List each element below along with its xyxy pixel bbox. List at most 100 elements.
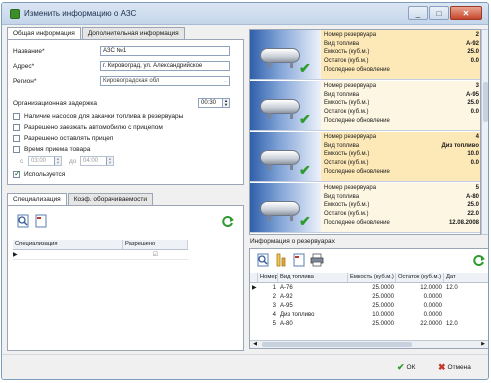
- tank-card[interactable]: ✔ Номер резервуара 5 Вид топлива А-80 Емко…: [250, 183, 480, 233]
- dropdown-dots-icon[interactable]: ...: [222, 77, 229, 85]
- checkbox-trailer-entry[interactable]: Разрешено заезжать автомобилю с прицепом: [13, 124, 163, 131]
- tank-number-label: Номер резервуара: [324, 32, 377, 38]
- cell-fuel: А-95: [280, 303, 293, 309]
- tab-specialization[interactable]: Специализация: [7, 193, 67, 205]
- checkbox-leave-trailer-box[interactable]: [13, 135, 20, 142]
- tank-capacity: 25.0: [467, 49, 479, 56]
- spec-col-specialization[interactable]: Специализация: [13, 240, 123, 249]
- col-number[interactable]: Номер: [258, 273, 278, 282]
- checkbox-leave-trailer[interactable]: Разрешено оставлять прицеп: [13, 135, 113, 142]
- table-row[interactable]: 4 Диз топливо 10.0000 0.0000: [250, 311, 488, 320]
- checkbox-pumps-box[interactable]: [13, 113, 20, 120]
- reservoir-info-title: Информация о резервуарах: [250, 238, 335, 245]
- time-to-arrows-icon[interactable]: ▲ ▼: [106, 157, 113, 165]
- tank-capacity: 10.0: [467, 151, 479, 158]
- close-button[interactable]: ✕: [450, 6, 482, 20]
- col-fuel[interactable]: Вид топлива: [278, 273, 348, 282]
- scroll-left-icon[interactable]: ◀: [251, 341, 259, 348]
- time-to-spinner[interactable]: 04:00 ▲ ▼: [80, 156, 114, 166]
- table-row[interactable]: 5 А-80 25.0000 22.0000 12.0: [250, 320, 488, 329]
- scrollbar-thumb[interactable]: [262, 342, 412, 347]
- table-hscrollbar[interactable]: ◀ ▶: [250, 340, 488, 348]
- tab-general-info[interactable]: Общая информация: [7, 27, 81, 39]
- address-label: Адрес*: [13, 63, 35, 70]
- tank-fuel: А-80: [465, 193, 479, 200]
- cancel-button[interactable]: ✖ Отмена: [438, 362, 471, 373]
- level-chart-icon[interactable]: [274, 253, 288, 267]
- checkbox-receive-time-box[interactable]: [13, 146, 20, 153]
- address-field[interactable]: г. Кировоград, ул. Александрийское: [100, 61, 230, 71]
- window-title: Изменить информацию о АЗС: [24, 9, 137, 18]
- spec-allowed-checkbox[interactable]: ☑: [123, 250, 188, 259]
- checkbox-in-use[interactable]: Используется: [13, 169, 65, 178]
- spec-col-allowed[interactable]: Разрешено: [123, 240, 188, 249]
- print-icon[interactable]: [310, 253, 324, 267]
- search-icon[interactable]: [256, 253, 270, 267]
- minimize-button[interactable]: _: [408, 6, 428, 20]
- cell-number: 5: [272, 321, 276, 327]
- checkbox-pumps-label: Наличие насосов для закачки топлива в ре…: [24, 113, 184, 120]
- ok-check-icon: ✔: [397, 362, 405, 372]
- cell-date: 12.0: [446, 321, 458, 327]
- region-select[interactable]: Кировоградская обл ...: [100, 76, 230, 86]
- table-row[interactable]: 2 А-92 25.0000 0.0000: [250, 293, 488, 302]
- time-from-arrows-icon[interactable]: ▲ ▼: [54, 157, 61, 165]
- checkbox-pumps[interactable]: Наличие насосов для закачки топлива в ре…: [13, 113, 183, 120]
- tank-rest-label: Остаток (куб.м.): [324, 58, 369, 65]
- col-date[interactable]: Дат: [444, 273, 488, 282]
- tank-info: Номер резервуара 3 Вид топлива А-95 Емкост…: [321, 81, 480, 131]
- cell-date: [444, 293, 488, 302]
- refresh-icon[interactable]: [221, 214, 235, 228]
- cell-date: [444, 302, 488, 311]
- checkbox-trailer-entry-box[interactable]: [13, 124, 20, 131]
- name-label: Название*: [13, 48, 45, 55]
- cell-fuel: Диз топливо: [280, 312, 315, 318]
- tank-list: ✔ Номер резервуара 2 Вид топлива А-92 Емко…: [249, 29, 481, 235]
- cell-rest: 0.0000: [423, 303, 442, 309]
- add-icon[interactable]: [16, 214, 30, 228]
- tank-rest: 0.0: [470, 58, 479, 65]
- table-row[interactable]: ▶ 1 А-76 25.0000 12.0000 12.0: [250, 284, 488, 293]
- checkbox-in-use-box[interactable]: [13, 169, 21, 178]
- tank-image: ✔: [250, 81, 321, 131]
- check-icon: ✔: [299, 162, 311, 178]
- tank-list-scrollbar[interactable]: [481, 29, 488, 235]
- tank-image: ✔: [250, 183, 321, 233]
- table-row[interactable]: 3 А-95 25.0000 0.0000: [250, 302, 488, 311]
- row-pointer-icon: ▶: [252, 285, 257, 291]
- tank-capacity-label: Емкость (куб.м.): [324, 49, 370, 56]
- name-field[interactable]: АЗС №1: [100, 46, 230, 56]
- tab-additional-info[interactable]: Дополнительная информация: [81, 27, 185, 39]
- tank-card[interactable]: ✔ Номер резервуара 3 Вид топлива А-95 Емко…: [250, 81, 480, 131]
- maximize-button[interactable]: □: [429, 6, 449, 20]
- cell-number: 4: [272, 312, 276, 318]
- refresh-icon[interactable]: [472, 253, 486, 267]
- delete-icon[interactable]: [34, 214, 48, 228]
- scrollbar-thumb[interactable]: [483, 82, 488, 122]
- title-bar[interactable]: Изменить информацию о АЗС _ □ ✕: [2, 3, 488, 25]
- tank-fuel-label: Вид топлива: [324, 40, 360, 47]
- spec-grid-header: Специализация Разрешено: [13, 240, 188, 250]
- check-icon: ✔: [299, 111, 311, 127]
- tank-capacity: 25.0: [467, 100, 479, 107]
- cell-capacity: 25.0000: [372, 294, 394, 300]
- cell-rest: 22.0000: [420, 321, 442, 327]
- delete-icon[interactable]: [292, 253, 306, 267]
- col-capacity[interactable]: Емкость (куб.м.): [348, 273, 396, 282]
- reservoir-panel: Номер Вид топлива Емкость (куб.м.) Остат…: [249, 248, 488, 349]
- tank-card[interactable]: ✔ Номер резервуара 2 Вид топлива А-92 Емко…: [250, 30, 480, 80]
- spinner-arrows-icon[interactable]: ▲ ▼: [222, 99, 229, 107]
- scroll-right-icon[interactable]: ▶: [479, 341, 487, 348]
- tank-fuel: Диз топливо: [441, 142, 479, 149]
- time-from-spinner[interactable]: 03:00 ▲ ▼: [28, 156, 62, 166]
- tab-turnover-coef[interactable]: Коэф. оборачиваемости: [67, 193, 153, 205]
- cell-date: 12.0: [446, 285, 458, 291]
- delay-spinner[interactable]: 00:30 ▲ ▼: [198, 98, 230, 108]
- tank-card[interactable]: ✔ Номер резервуара 4 Вид топлива Диз топли…: [250, 132, 480, 182]
- ok-button[interactable]: ✔ ОК: [397, 362, 415, 373]
- spec-new-row[interactable]: ▶ ☑: [13, 250, 188, 260]
- checkbox-receive-time[interactable]: Время приема товара: [13, 146, 90, 153]
- tank-number: 4: [475, 134, 479, 140]
- col-rest[interactable]: Остаток (куб.м.): [396, 273, 444, 282]
- tank-rest-label: Остаток (куб.м.): [324, 109, 369, 116]
